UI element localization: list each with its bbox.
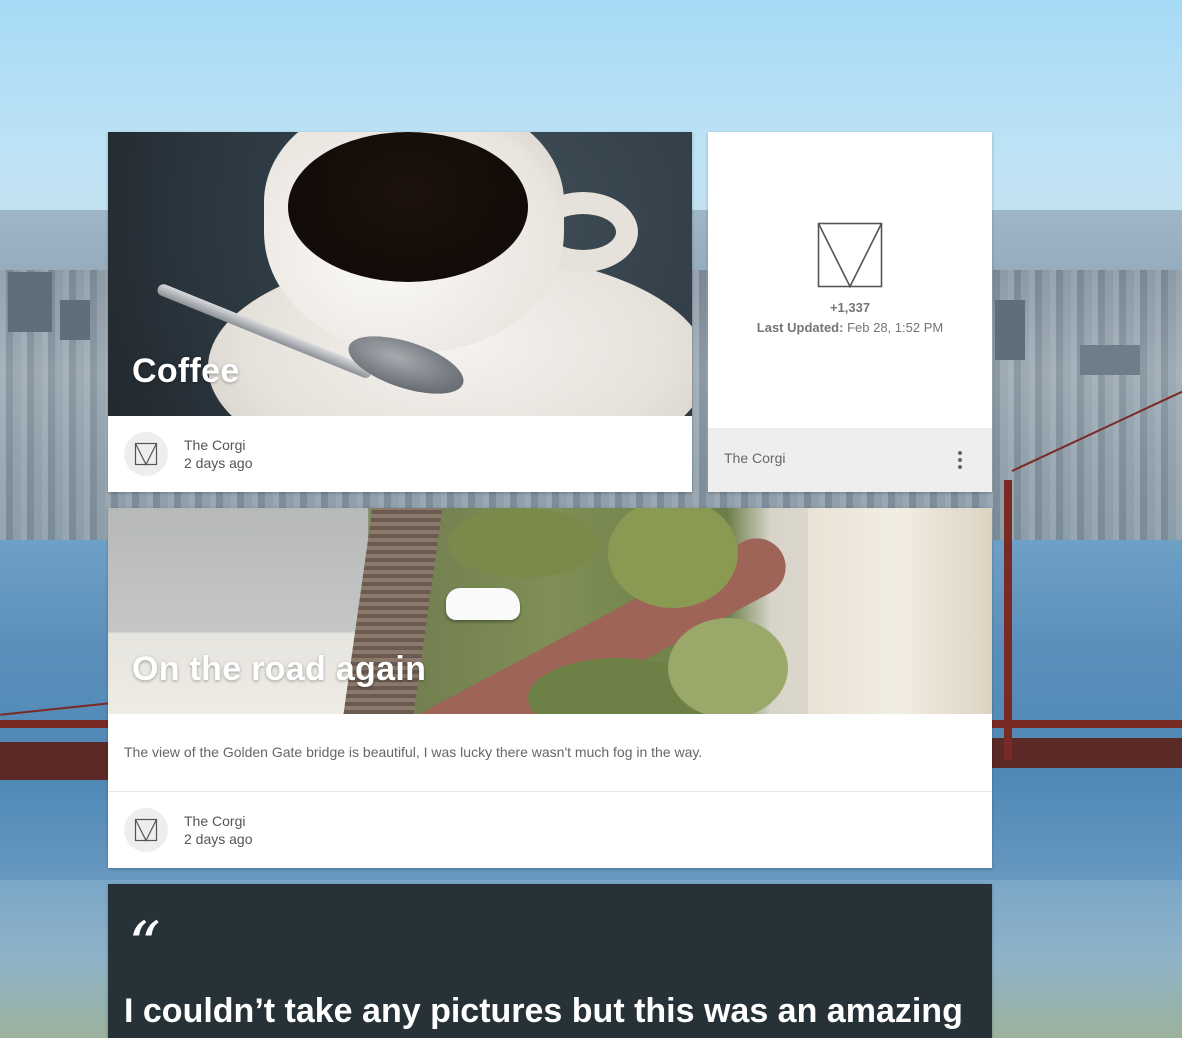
- card-title: On the road again: [132, 650, 427, 688]
- author-name: The Corgi: [724, 450, 786, 466]
- more-vert-icon[interactable]: [948, 446, 972, 474]
- author-name: The Corgi: [184, 813, 246, 829]
- logo-icon: [134, 818, 158, 842]
- quote-mark-icon: “: [128, 909, 161, 983]
- last-updated: Last Updated: Feb 28, 1:52 PM: [708, 320, 992, 335]
- card-description: The view of the Golden Gate bridge is be…: [124, 744, 703, 760]
- coffee-card[interactable]: Coffee The Corgi 2 days ago: [108, 132, 692, 492]
- logo-icon: [134, 442, 158, 466]
- author-row[interactable]: The Corgi 2 days ago: [124, 808, 253, 852]
- avatar[interactable]: [124, 432, 168, 476]
- author-row[interactable]: The Corgi 2 days ago: [124, 432, 253, 476]
- avatar[interactable]: [124, 808, 168, 852]
- logo-icon: [817, 222, 883, 288]
- post-time: 2 days ago: [184, 831, 253, 847]
- stat-card-footer: The Corgi: [708, 428, 992, 492]
- last-updated-value: Feb 28, 1:52 PM: [847, 320, 944, 335]
- post-time: 2 days ago: [184, 455, 253, 471]
- quote-text: I couldn’t take any pictures but this wa…: [124, 992, 963, 1030]
- road-card[interactable]: On the road again The view of the Golden…: [108, 508, 992, 868]
- last-updated-label: Last Updated:: [756, 320, 844, 335]
- quote-card[interactable]: “ I couldn’t take any pictures but this …: [108, 884, 992, 1038]
- stat-card: +1,337 Last Updated: Feb 28, 1:52 PM The…: [708, 132, 992, 492]
- road-image: On the road again: [108, 508, 992, 714]
- divider: [108, 791, 992, 792]
- coffee-image: Coffee: [108, 132, 692, 416]
- author-name: The Corgi: [184, 437, 246, 453]
- stat-value: +1,337: [829, 300, 871, 315]
- card-title: Coffee: [132, 352, 240, 390]
